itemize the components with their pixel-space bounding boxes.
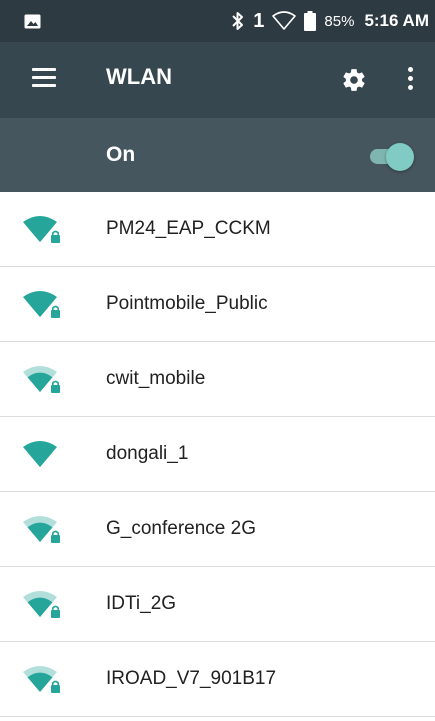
battery-icon bbox=[304, 11, 317, 31]
wifi-secured-icon bbox=[23, 216, 60, 243]
sim-slot-indicator: 1 bbox=[253, 9, 265, 32]
wifi-signal-empty-icon bbox=[272, 11, 297, 30]
network-ssid: IROAD_V7_901B17 bbox=[106, 668, 277, 689]
network-list: PM24_EAP_CCKM Pointmobile_Public cwit_mo… bbox=[0, 192, 435, 717]
wlan-toggle-switch[interactable] bbox=[368, 141, 418, 171]
battery-percentage: 85% bbox=[324, 12, 355, 30]
network-ssid: dongali_1 bbox=[106, 443, 189, 464]
wifi-secured-icon bbox=[23, 666, 60, 693]
network-ssid: Pointmobile_Public bbox=[106, 293, 268, 314]
network-list-item[interactable]: Pointmobile_Public bbox=[0, 267, 435, 342]
network-list-item[interactable]: IDTi_2G bbox=[0, 567, 435, 642]
wlan-master-switch-bar[interactable]: On bbox=[0, 118, 435, 192]
wifi-secured-icon bbox=[23, 291, 60, 318]
page-title: WLAN bbox=[106, 64, 172, 89]
wifi-secured-icon bbox=[23, 591, 60, 618]
network-list-item[interactable]: PM24_EAP_CCKM bbox=[0, 192, 435, 267]
image-notification-icon bbox=[24, 14, 41, 29]
lock-icon bbox=[51, 230, 60, 243]
hamburger-menu-icon[interactable] bbox=[32, 68, 56, 92]
wifi-secured-icon bbox=[23, 366, 60, 393]
toggle-thumb bbox=[386, 143, 414, 171]
status-bar: 1 85% 5:16 AM bbox=[0, 0, 435, 42]
network-ssid: cwit_mobile bbox=[106, 368, 206, 389]
wifi-secured-icon bbox=[23, 516, 60, 543]
lock-icon bbox=[51, 680, 60, 693]
gear-icon[interactable] bbox=[341, 67, 367, 93]
network-ssid: IDTi_2G bbox=[106, 593, 177, 614]
network-list-item[interactable]: IROAD_V7_901B17 bbox=[0, 642, 435, 717]
bluetooth-icon bbox=[232, 12, 244, 30]
app-toolbar: WLAN bbox=[0, 42, 435, 118]
network-list-item[interactable]: cwit_mobile bbox=[0, 342, 435, 417]
network-list-item[interactable]: dongali_1 bbox=[0, 417, 435, 492]
network-ssid: G_conference 2G bbox=[106, 518, 256, 539]
lock-icon bbox=[51, 305, 60, 318]
wlan-settings-screen: 1 85% 5:16 AM WLAN On PM24_EAP_CCKM Poin… bbox=[0, 0, 435, 721]
network-ssid: PM24_EAP_CCKM bbox=[106, 218, 271, 239]
lock-icon bbox=[51, 605, 60, 618]
wifi-icon bbox=[23, 441, 57, 467]
clock: 5:16 AM bbox=[364, 11, 429, 30]
lock-icon bbox=[51, 530, 60, 543]
switch-state-label: On bbox=[106, 143, 136, 166]
more-options-icon[interactable] bbox=[402, 67, 418, 93]
lock-icon bbox=[51, 380, 60, 393]
network-list-item[interactable]: G_conference 2G bbox=[0, 492, 435, 567]
